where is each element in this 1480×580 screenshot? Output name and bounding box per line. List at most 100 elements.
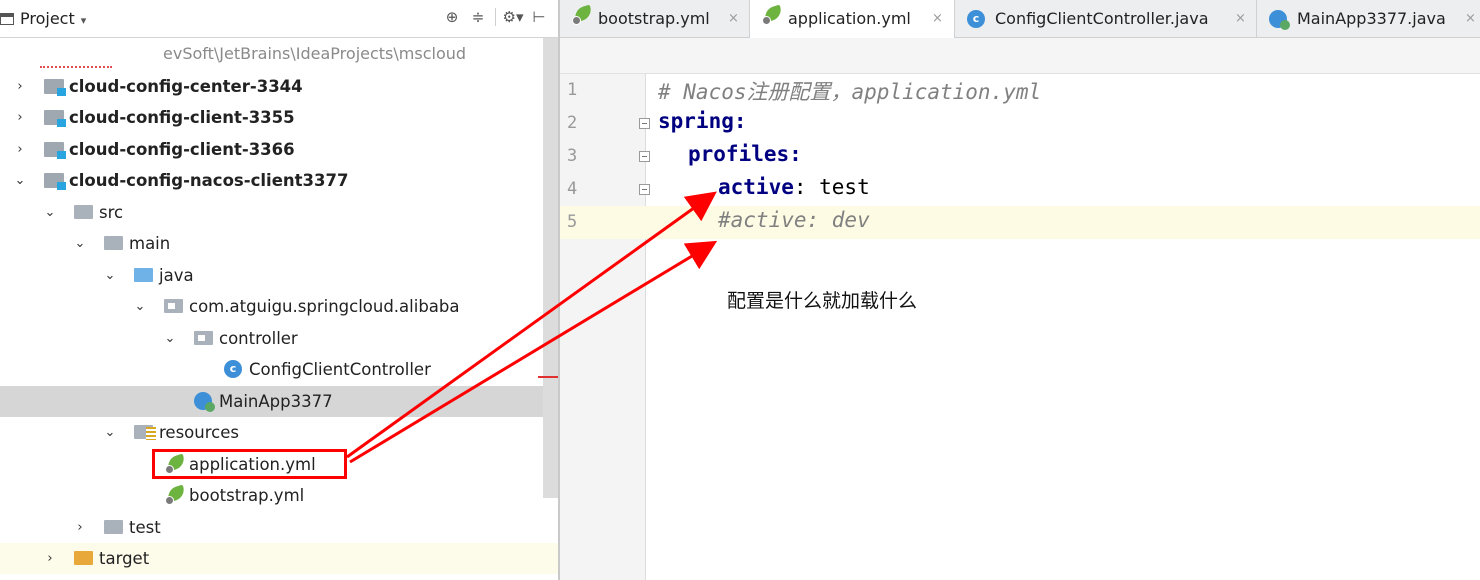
package-icon (164, 299, 183, 313)
tree-item-label: test (129, 518, 161, 537)
tab-bootstrap-yml[interactable]: bootstrap.yml × (560, 0, 750, 38)
tree-item-label: main (129, 234, 171, 253)
project-icon (0, 13, 14, 25)
highlight-box (152, 449, 347, 479)
tab-label: ConfigClientController.java (995, 9, 1209, 28)
annotation-text: 配置是什么就加载什么 (727, 290, 918, 312)
fold-marker-icon[interactable] (639, 118, 650, 129)
fold-marker-icon[interactable] (639, 184, 650, 195)
tree-item-MainApp3377[interactable]: MainApp3377 (0, 386, 558, 417)
tree-item-ConfigClientController[interactable]: c ConfigClientController (0, 354, 558, 385)
chevron-down-icon[interactable]: ⌄ (42, 197, 58, 228)
project-panel-header: Project ▾ ⊕ ≑ ⚙▾ ⊢ (0, 0, 558, 38)
tab-MainApp3377-java[interactable]: MainApp3377.java × (1257, 0, 1480, 38)
tree-item-label: com.atguigu.springcloud.alibaba (189, 297, 460, 316)
tree-item-cloud-config-client-3355[interactable]: › cloud-config-client-3355 (0, 102, 558, 133)
chevron-down-icon[interactable]: ⌄ (72, 228, 88, 259)
hide-panel-icon[interactable]: ⊢ (526, 8, 552, 26)
tree-item-label: cloud-config-client-3366 (69, 140, 295, 159)
line-number: 2 (567, 113, 578, 133)
yaml-key: spring (658, 109, 734, 133)
tree-item-label: cloud-config-nacos-client3377 (69, 171, 349, 190)
folder-icon (74, 205, 93, 219)
spring-yml-icon (572, 4, 594, 25)
tree-item-resources[interactable]: ⌄ resources (0, 417, 558, 448)
tab-label: MainApp3377.java (1297, 9, 1446, 28)
spelling-underline (40, 66, 112, 68)
tree-item-label: target (99, 549, 150, 568)
tree-item-label: controller (219, 329, 298, 348)
tree-item-label: src (99, 203, 124, 222)
tree-item-controller[interactable]: ⌄ controller (0, 323, 558, 354)
tree-item-java[interactable]: ⌄ java (0, 260, 558, 291)
tree-item-label: resources (159, 423, 239, 442)
tab-label: application.yml (788, 9, 911, 28)
close-icon[interactable]: × (932, 0, 943, 38)
project-toolbar: ⊕ ≑ ⚙▾ ⊢ (439, 8, 552, 26)
tab-label: bootstrap.yml (598, 9, 710, 28)
class-icon: c (967, 10, 985, 28)
chevron-down-icon[interactable]: ⌄ (12, 165, 28, 196)
module-icon (44, 110, 66, 127)
module-icon (44, 79, 66, 96)
project-view-selector[interactable]: Project ▾ (0, 9, 86, 28)
yaml-colon: : (789, 142, 802, 166)
tree-item-src[interactable]: ⌄ src (0, 197, 558, 228)
tree-item-label: cloud-config-client-3355 (69, 108, 295, 127)
tree-item-bootstrap-yml[interactable]: bootstrap.yml (0, 480, 558, 511)
close-icon[interactable]: × (728, 0, 739, 38)
tree-item-label: ConfigClientController (249, 360, 431, 379)
chevron-right-icon[interactable]: › (12, 102, 28, 133)
tree-item-label: MainApp3377 (219, 392, 333, 411)
line-number: 5 (567, 212, 578, 232)
tab-application-yml[interactable]: application.yml × (750, 0, 955, 38)
editor-tabs: bootstrap.yml × application.yml × c Conf… (560, 0, 1480, 38)
resources-folder-icon (134, 425, 156, 440)
close-icon[interactable]: × (1235, 0, 1246, 38)
tree-item-cloud-config-client-3366[interactable]: › cloud-config-client-3366 (0, 134, 558, 165)
tree-item-main[interactable]: ⌄ main (0, 228, 558, 259)
locate-icon[interactable]: ⊕ (439, 8, 465, 26)
project-panel: Project ▾ ⊕ ≑ ⚙▾ ⊢ evSoft\JetBrains\IdeaP… (0, 0, 558, 580)
chevron-down-icon: ▾ (80, 14, 87, 27)
error-marker (538, 376, 558, 378)
main-class-icon (194, 392, 215, 412)
class-icon: c (224, 360, 242, 378)
yaml-key: active (718, 175, 794, 199)
chevron-right-icon[interactable]: › (42, 543, 58, 574)
yaml-key: profiles (688, 142, 790, 166)
scrollbar[interactable] (543, 38, 558, 498)
close-icon[interactable]: × (1465, 0, 1476, 38)
tree-item-label: cloud-config-center-3344 (69, 77, 303, 96)
chevron-right-icon[interactable]: › (12, 71, 28, 102)
gear-icon[interactable]: ⚙▾ (500, 8, 526, 26)
chevron-right-icon[interactable]: › (12, 134, 28, 165)
editor-breadcrumb-bar (560, 38, 1480, 74)
tree-item-package[interactable]: ⌄ com.atguigu.springcloud.alibaba (0, 291, 558, 322)
fold-marker-icon[interactable] (639, 151, 650, 162)
current-line-highlight (560, 206, 1480, 239)
collapse-all-icon[interactable]: ≑ (465, 8, 491, 26)
yaml-colon: : (733, 109, 747, 133)
folder-icon (104, 236, 123, 250)
tree-item-test[interactable]: › test (0, 512, 558, 543)
chevron-down-icon[interactable]: ⌄ (102, 417, 118, 448)
ide-window: Project ▾ ⊕ ≑ ⚙▾ ⊢ evSoft\JetBrains\IdeaP… (0, 0, 1480, 580)
line-number: 1 (567, 80, 578, 100)
code-line-2: spring: (658, 109, 747, 133)
chevron-right-icon[interactable]: › (72, 512, 88, 543)
module-icon (44, 173, 66, 190)
module-icon (44, 142, 66, 159)
tab-ConfigClientController-java[interactable]: c ConfigClientController.java × (955, 0, 1257, 38)
tree-item-cloud-config-nacos-client3377[interactable]: ⌄ cloud-config-nacos-client3377 (0, 165, 558, 196)
package-icon (194, 331, 213, 345)
tree-item-cloud-config-center-3344[interactable]: › cloud-config-center-3344 (0, 71, 558, 102)
tree-item-target[interactable]: › target (0, 543, 558, 574)
chevron-down-icon[interactable]: ⌄ (102, 260, 118, 291)
chevron-down-icon[interactable]: ⌄ (162, 323, 178, 354)
chevron-down-icon[interactable]: ⌄ (132, 291, 148, 322)
tree-item-label: bootstrap.yml (189, 486, 305, 505)
tree-item-label: java (159, 266, 194, 285)
source-folder-icon (134, 268, 153, 282)
spring-yml-icon (165, 484, 187, 505)
